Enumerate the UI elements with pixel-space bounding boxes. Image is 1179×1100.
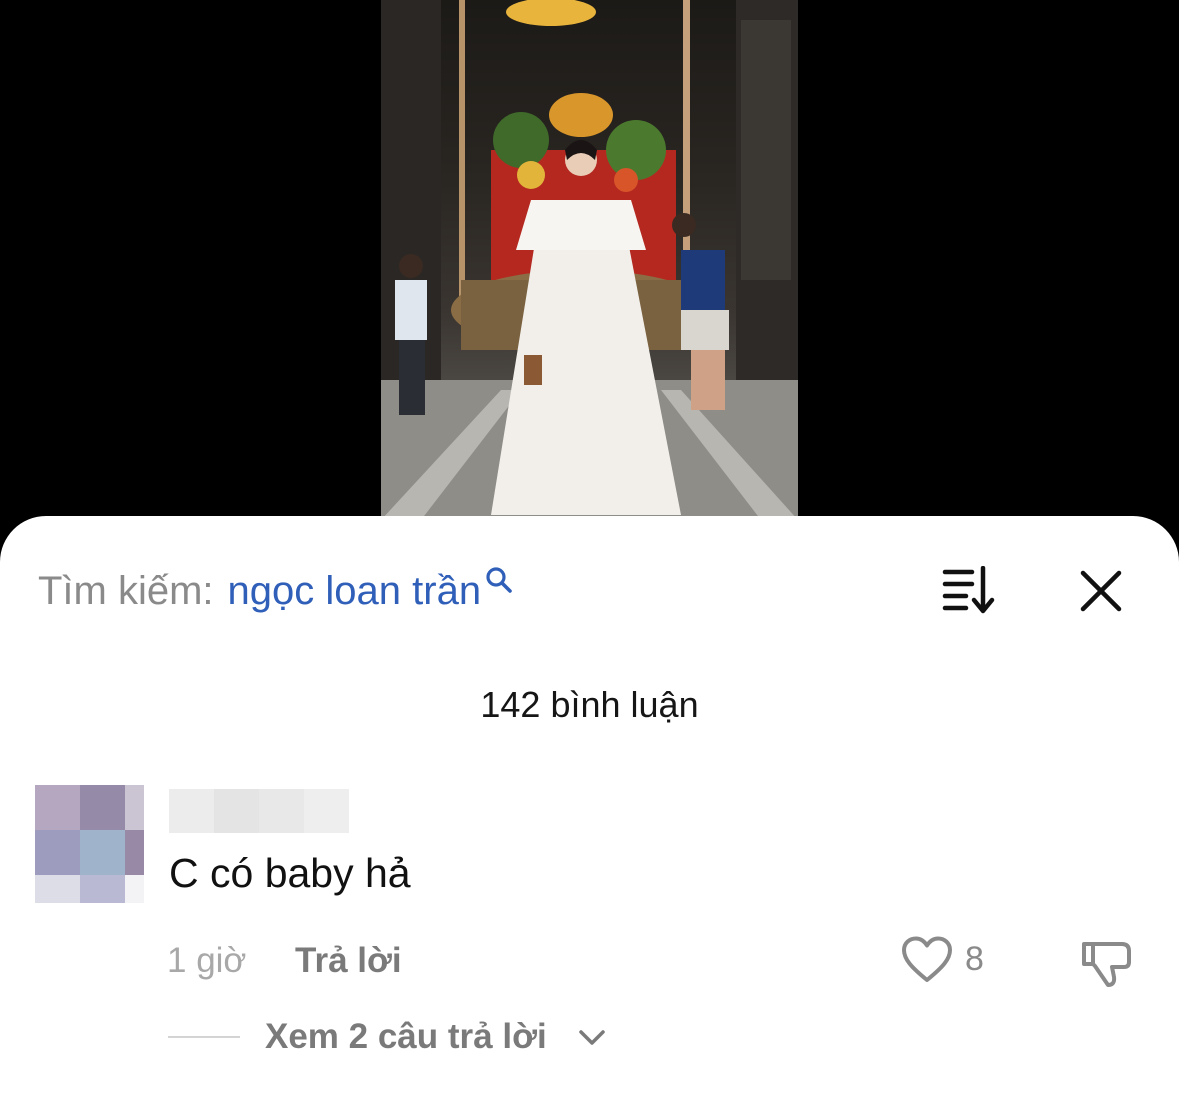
search-label: Tìm kiếm: xyxy=(38,569,214,613)
video-player[interactable] xyxy=(381,0,798,520)
like-count: 8 xyxy=(965,940,984,978)
search-suggestion[interactable]: Tìm kiếm: ngọc loan trần xyxy=(38,566,513,618)
screen: Tìm kiếm: ngọc loan trần 142 bình luận C… xyxy=(0,0,1179,1100)
avatar[interactable] xyxy=(35,785,144,903)
replies-divider xyxy=(168,1036,240,1038)
comment-meta: 1 giờ Trả lời xyxy=(167,938,402,984)
search-query-link[interactable]: ngọc loan trần xyxy=(228,568,482,614)
chevron-down-icon[interactable] xyxy=(578,1028,606,1048)
video-frame-image xyxy=(381,0,798,520)
thumbs-down-icon[interactable] xyxy=(1080,936,1134,988)
close-icon[interactable] xyxy=(1080,570,1122,612)
comment-text: C có baby hả xyxy=(169,850,411,896)
username-redacted[interactable] xyxy=(169,789,349,833)
comment-count: 142 bình luận xyxy=(480,684,699,725)
sort-icon[interactable] xyxy=(942,566,996,614)
view-replies-label[interactable]: Xem 2 câu trả lời xyxy=(265,1014,547,1060)
reply-button[interactable]: Trả lời xyxy=(295,938,402,984)
comments-sheet: Tìm kiếm: ngọc loan trần 142 bình luận C… xyxy=(0,516,1179,1100)
search-icon[interactable] xyxy=(485,566,513,594)
heart-icon[interactable] xyxy=(901,936,953,984)
comment-timestamp: 1 giờ xyxy=(167,941,247,980)
